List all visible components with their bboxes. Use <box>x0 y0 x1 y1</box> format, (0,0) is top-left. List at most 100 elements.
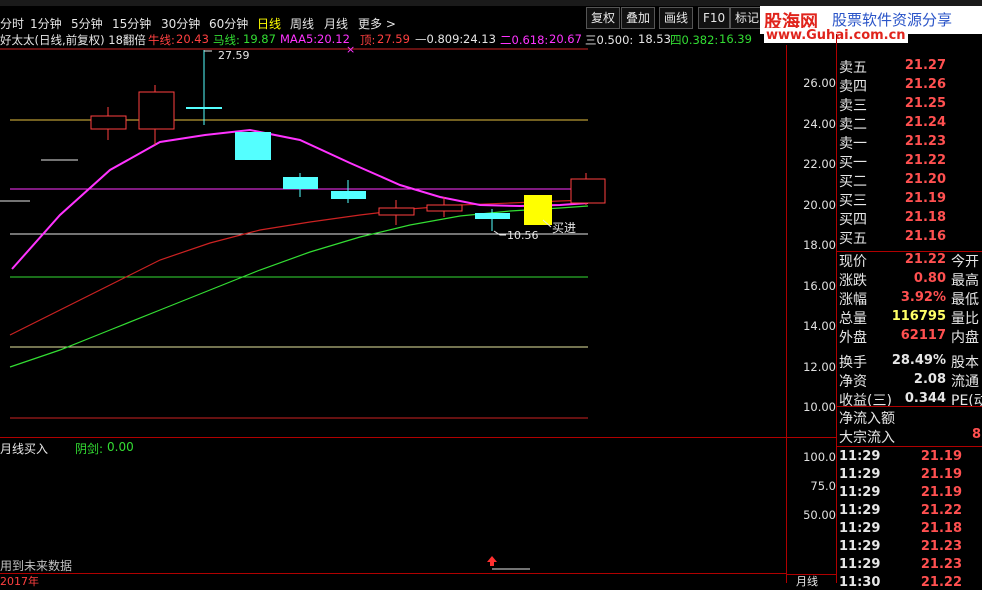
stat-right-label: 内盘 <box>951 330 979 346</box>
stat-right-label: 今开 <box>951 254 979 270</box>
candle <box>475 213 510 219</box>
orderbook-label: 卖二 <box>839 117 867 133</box>
tab-30min[interactable]: 30分钟 <box>161 15 200 32</box>
axis-divider <box>786 45 787 583</box>
niu-value: 20.43 <box>176 32 209 46</box>
trade-time: 11:29 <box>839 467 881 482</box>
trade-time: 11:29 <box>839 557 881 572</box>
bottom-divider <box>0 573 786 574</box>
stat-value: 2.08 <box>913 372 946 387</box>
tab-daily[interactable]: 日线 <box>257 15 281 32</box>
fib2-value: 20.67 <box>549 32 582 46</box>
orderbook-price: 21.24 <box>904 115 946 130</box>
stat-right-label: 流通 <box>951 374 979 390</box>
tab-15min[interactable]: 15分钟 <box>112 15 151 32</box>
tab-more[interactable]: 更多 > <box>358 15 396 32</box>
trade-time: 11:29 <box>839 503 881 518</box>
maa5-value: 20.12 <box>317 32 350 46</box>
low-mark-label: 10.56 <box>507 229 539 242</box>
orderbook-price: 21.26 <box>904 77 946 92</box>
sub-axis-tick: 50.00 <box>803 508 836 522</box>
sub-axis-tick: 75.0 <box>810 479 836 493</box>
tab-weekly[interactable]: 周线 <box>290 15 314 32</box>
orderbook-label: 卖三 <box>839 98 867 114</box>
orderbook-price: 21.27 <box>904 58 946 73</box>
stat-right-label: 股本 <box>951 355 979 371</box>
stat-value: 28.49% <box>891 353 946 368</box>
maa5-label: MAA5: <box>280 32 318 46</box>
trade-price: 21.22 <box>920 503 962 518</box>
orderbook-label: 买一 <box>839 155 867 171</box>
trade-time: 11:29 <box>839 521 881 536</box>
up-arrow-icon <box>487 556 530 570</box>
stat-value: 21.22 <box>904 252 946 267</box>
price-tick: 18.00 <box>803 238 836 252</box>
tab-60min[interactable]: 60分钟 <box>209 15 248 32</box>
candle <box>283 177 318 189</box>
stat-right-label: 最高 <box>951 273 979 289</box>
trade-time: 11:29 <box>839 539 881 554</box>
buy-signal-box <box>524 195 552 225</box>
svg-text:×: × <box>346 45 355 56</box>
subpanel-divider <box>0 437 836 438</box>
tab-intraday[interactable]: 分时 <box>0 15 24 32</box>
period-button[interactable]: 月线 <box>796 573 818 589</box>
stat-label: 外盘 <box>839 330 867 346</box>
subpanel-title: 月线买入 <box>0 442 49 456</box>
fuquan-button[interactable]: 复权 <box>586 7 621 29</box>
flow-label: 大宗流入 <box>839 430 895 446</box>
trade-price: 21.19 <box>920 485 962 500</box>
mark-button[interactable]: 标记 <box>730 7 764 29</box>
tab-monthly[interactable]: 月线 <box>324 15 348 32</box>
candle <box>235 132 271 160</box>
trade-time: 11:29 <box>839 449 881 464</box>
price-tick: 20.00 <box>803 198 836 212</box>
stat-label: 总量 <box>839 311 867 327</box>
overlay-button[interactable]: 叠加 <box>621 7 656 29</box>
fib1-value: 24.13 <box>463 32 496 46</box>
orderbook-label: 卖一 <box>839 136 867 152</box>
future-data-note: 用到未来数据 <box>0 559 73 573</box>
trade-price: 21.19 <box>920 467 962 482</box>
drawline-button[interactable]: 画线 <box>659 7 694 29</box>
stat-label: 净资 <box>839 374 867 390</box>
orderbook-price: 21.25 <box>904 96 946 111</box>
candle <box>90 115 127 130</box>
magenta-line <box>11 128 589 270</box>
trade-price: 21.18 <box>920 521 962 536</box>
price-tick: 16.00 <box>803 279 836 293</box>
stat-label: 换手 <box>839 355 867 371</box>
orderbook-label: 买三 <box>839 193 867 209</box>
orderbook-label: 买二 <box>839 174 867 190</box>
stat-value: 62117 <box>900 328 946 343</box>
orderbook-price: 21.19 <box>904 191 946 206</box>
tab-1min[interactable]: 1分钟 <box>30 15 62 32</box>
stat-value: 116795 <box>891 309 946 324</box>
stat-right-label: 量比 <box>951 311 979 327</box>
orderbook-label: 卖五 <box>839 60 867 76</box>
orderbook-label: 买五 <box>839 231 867 247</box>
stat-right-label: 最低 <box>951 292 979 308</box>
price-tick: 22.00 <box>803 157 836 171</box>
orderbook-price: 21.18 <box>904 210 946 225</box>
kline-chart[interactable]: 27.59 10.56 买进 × <box>0 45 836 440</box>
tab-5min[interactable]: 5分钟 <box>71 15 103 32</box>
orderbook-label: 卖四 <box>839 79 867 95</box>
stat-value: 0.80 <box>913 271 946 286</box>
stat-label: 涨跌 <box>839 273 867 289</box>
green-line <box>9 205 589 368</box>
stat-value: 0.344 <box>904 391 946 406</box>
subpanel-indicator-label: 阴剑: <box>75 442 104 456</box>
orderbook-price: 21.22 <box>904 153 946 168</box>
trade-time: 11:29 <box>839 485 881 500</box>
stat-value: 3.92% <box>900 290 946 305</box>
orderbook-price: 21.23 <box>904 134 946 149</box>
sub-axis-tick: 100.0 <box>803 450 836 464</box>
trade-price: 21.19 <box>920 449 962 464</box>
top-value: 27.59 <box>377 32 410 46</box>
f10-button[interactable]: F10 <box>698 7 731 29</box>
ma-value: 19.87 <box>243 32 276 46</box>
fib1-label: —0.809: <box>415 32 464 46</box>
buy-signal-label: 买进 <box>552 221 576 235</box>
price-tick: 10.00 <box>803 400 836 414</box>
